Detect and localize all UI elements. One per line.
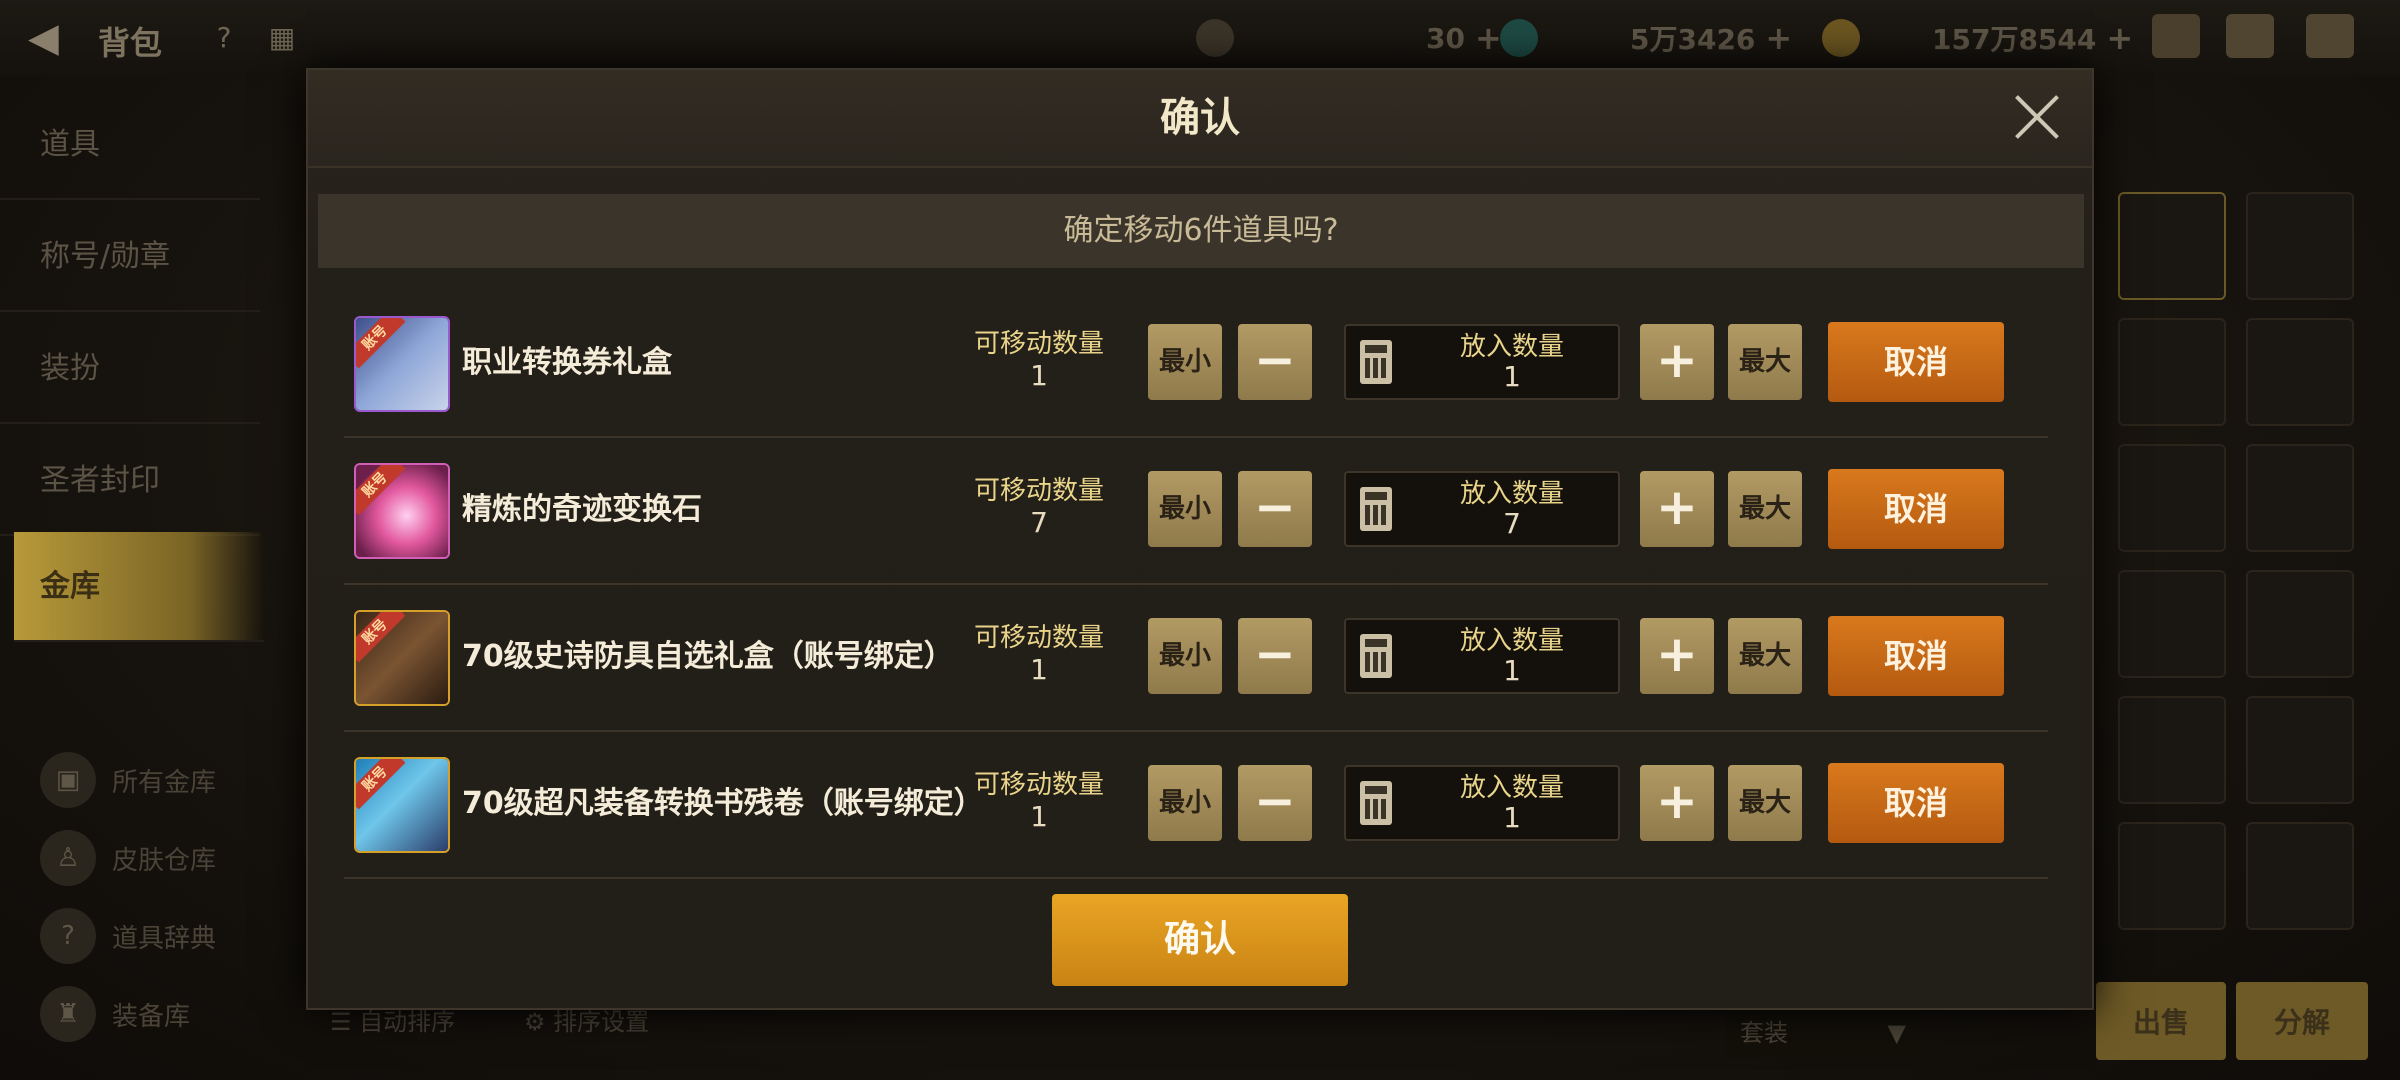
dialog-title: 确认	[1160, 95, 1240, 141]
dialog-question: 确定移动6件道具吗?	[318, 194, 2084, 268]
item-name: 精炼的奇迹变换石	[462, 492, 702, 527]
add-currency-button[interactable]: +	[1475, 19, 1502, 57]
grid-slot[interactable]	[2118, 192, 2226, 300]
quantity-input[interactable]: 放入数量 1	[1344, 324, 1620, 400]
item-name: 70级超凡装备转换书残卷（账号绑定）	[462, 786, 984, 821]
sidebar-item-vault[interactable]: 金库	[14, 532, 264, 642]
currency-gold: 157万8544 +	[1822, 14, 2133, 62]
list-item: 账号 70级超凡装备转换书残卷（账号绑定） 可移动数量 1 最小 − 放入数量 1 …	[344, 731, 2048, 879]
sidebar-sub-skin-storage[interactable]: ♙ 皮肤仓库	[40, 828, 216, 888]
calculator-icon[interactable]	[1360, 487, 1392, 531]
sidebar-item-items[interactable]: 道具	[0, 90, 260, 200]
grid-slot[interactable]	[2246, 318, 2354, 426]
cancel-button[interactable]: 取消	[1828, 469, 2004, 549]
cancel-button[interactable]: 取消	[1828, 322, 2004, 402]
calculator-icon[interactable]	[1360, 781, 1392, 825]
gift-box-icon: 账号	[354, 316, 450, 412]
increase-button[interactable]: +	[1640, 765, 1714, 841]
close-icon[interactable]	[2012, 92, 2062, 142]
calculator-icon[interactable]	[1360, 634, 1392, 678]
list-item: 账号 职业转换券礼盒 可移动数量 1 最小 − 放入数量 1 + 最大 取消	[344, 290, 2048, 438]
page-title: 背包	[98, 24, 163, 62]
grid-slot[interactable]	[2246, 444, 2354, 552]
mail-icon[interactable]	[2226, 14, 2274, 58]
list-item: 账号 精炼的奇迹变换石 可移动数量 7 最小 − 放入数量 7 + 最大 取消	[344, 437, 2048, 585]
grid-slot[interactable]	[2118, 570, 2226, 678]
increase-button[interactable]: +	[1640, 471, 1714, 547]
armor-box-icon: 账号	[354, 610, 450, 706]
grid-slot[interactable]	[2118, 444, 2226, 552]
bag-icon[interactable]	[2152, 14, 2200, 58]
armor-icon: ♜	[40, 986, 96, 1042]
top-bar: ◀ 背包 ? ▦ 30 + 5万3426 + 157万8544 +	[0, 0, 2400, 76]
sidebar-sub-item-dictionary[interactable]: ? 道具辞典	[40, 906, 216, 966]
grid-slot[interactable]	[2118, 696, 2226, 804]
moon-coin-icon	[1196, 19, 1234, 57]
max-button[interactable]: 最大	[1728, 324, 1802, 400]
scroll-icon: 账号	[354, 757, 450, 853]
min-button[interactable]: 最小	[1148, 765, 1222, 841]
calculator-icon[interactable]	[1360, 340, 1392, 384]
potion-icon: ♙	[40, 830, 96, 886]
min-button[interactable]: 最小	[1148, 618, 1222, 694]
decrease-button[interactable]: −	[1238, 765, 1312, 841]
increase-button[interactable]: +	[1640, 324, 1714, 400]
confirm-button[interactable]: 确认	[1052, 894, 1348, 986]
add-gem-button[interactable]: +	[1765, 19, 1792, 57]
list-item: 账号 70级史诗防具自选礼盒（账号绑定） 可移动数量 1 最小 − 放入数量 1 +…	[344, 584, 2048, 732]
sidebar-item-seal[interactable]: 圣者封印	[0, 426, 260, 536]
decompose-button[interactable]: 分解	[2236, 982, 2368, 1060]
decrease-button[interactable]: −	[1238, 618, 1312, 694]
quantity-input[interactable]: 放入数量 7	[1344, 471, 1620, 547]
quantity-input[interactable]: 放入数量 1	[1344, 618, 1620, 694]
gold-coin-icon	[1822, 19, 1860, 57]
help-icon[interactable]: ?	[204, 20, 244, 56]
grid-slot[interactable]	[2118, 318, 2226, 426]
movable-count: 可移动数量 7	[973, 476, 1104, 539]
currency-moon: 30 +	[1196, 14, 1502, 62]
grid-slot[interactable]	[2118, 822, 2226, 930]
dialog-header: 确认	[308, 70, 2092, 168]
grid-icon[interactable]: ▦	[262, 20, 302, 56]
gem-icon	[1500, 19, 1538, 57]
max-button[interactable]: 最大	[1728, 471, 1802, 547]
settings-icon: ⚙	[524, 1008, 554, 1036]
movable-count: 可移动数量 1	[973, 329, 1104, 392]
sidebar-item-costume[interactable]: 装扮	[0, 314, 260, 424]
sidebar-item-titles[interactable]: 称号/勋章	[0, 202, 260, 312]
min-button[interactable]: 最小	[1148, 471, 1222, 547]
sell-button[interactable]: 出售	[2096, 982, 2226, 1060]
filter-dropdown[interactable]: 套装 ▼	[1726, 1008, 1920, 1058]
grid-slot[interactable]	[2246, 696, 2354, 804]
max-button[interactable]: 最大	[1728, 618, 1802, 694]
movable-count: 可移动数量 1	[973, 623, 1104, 686]
max-button[interactable]: 最大	[1728, 765, 1802, 841]
question-book-icon: ?	[40, 908, 96, 964]
increase-button[interactable]: +	[1640, 618, 1714, 694]
cancel-button[interactable]: 取消	[1828, 616, 2004, 696]
item-name: 70级史诗防具自选礼盒（账号绑定）	[462, 639, 954, 674]
chest-icon: ▣	[40, 752, 96, 808]
chat-icon[interactable]	[2306, 14, 2354, 58]
back-arrow-icon[interactable]: ◀	[28, 16, 78, 60]
min-button[interactable]: 最小	[1148, 324, 1222, 400]
item-name: 职业转换券礼盒	[462, 345, 672, 380]
quantity-input[interactable]: 放入数量 1	[1344, 765, 1620, 841]
sidebar-sub-all-vault[interactable]: ▣ 所有金库	[40, 750, 216, 810]
grid-slot[interactable]	[2246, 822, 2354, 930]
decrease-button[interactable]: −	[1238, 471, 1312, 547]
cancel-button[interactable]: 取消	[1828, 763, 2004, 843]
currency-gem: 5万3426 +	[1500, 14, 1792, 62]
sort-icon: ☰	[330, 1008, 360, 1036]
grid-slot[interactable]	[2246, 192, 2354, 300]
sidebar-sub-equipment-storage[interactable]: ♜ 装备库	[40, 984, 190, 1044]
movable-count: 可移动数量 1	[973, 770, 1104, 833]
crystal-icon: 账号	[354, 463, 450, 559]
decrease-button[interactable]: −	[1238, 324, 1312, 400]
chevron-down-icon: ▼	[1887, 1019, 1906, 1047]
confirm-dialog: 确认 确定移动6件道具吗? 账号 职业转换券礼盒 可移动数量 1 最小 − 放入数…	[306, 68, 2094, 1010]
add-gold-button[interactable]: +	[2106, 19, 2133, 57]
grid-slot[interactable]	[2246, 570, 2354, 678]
